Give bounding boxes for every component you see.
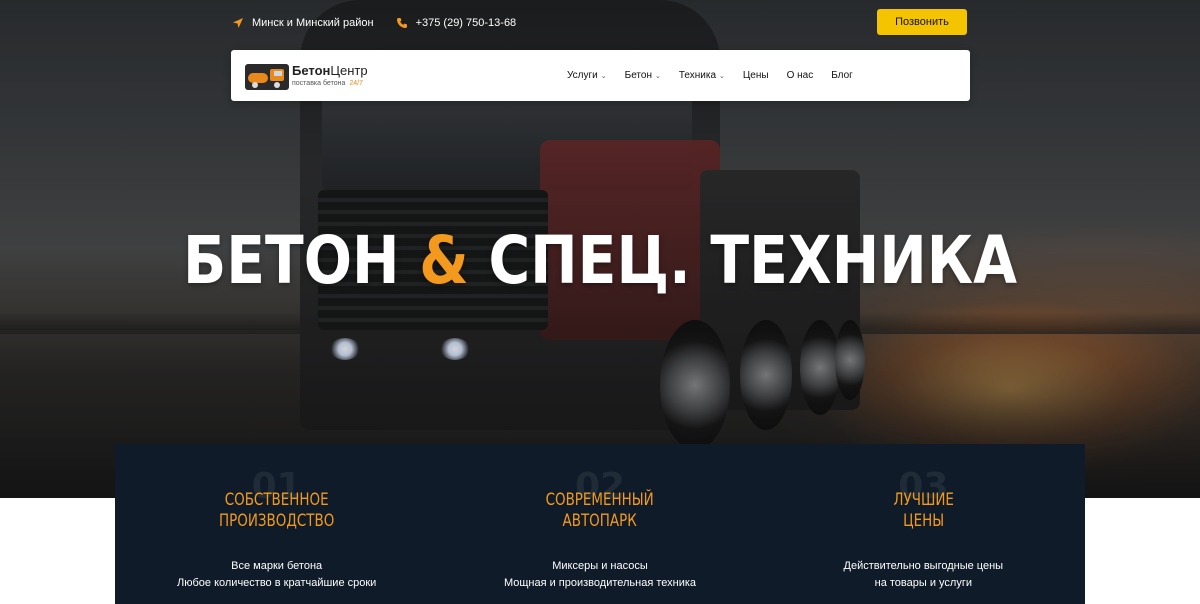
feature-description: Действительно выгодные цены на товары и у… — [843, 560, 1004, 589]
nav-item-about[interactable]: О нас — [787, 70, 814, 81]
chevron-down-icon: ⌄ — [654, 72, 661, 80]
hero-title: БЕТОН & СПЕЦ. ТЕХНИКА — [182, 222, 1018, 299]
location-info: Минск и Минский район — [232, 17, 374, 29]
feature-best-prices: 03 Лучшие цены Действительно выгодные цен… — [762, 444, 1085, 604]
feature-own-production: 01 Собственное производство Все марки бет… — [115, 444, 438, 604]
nav-item-services[interactable]: Услуги ⌄ — [567, 70, 607, 81]
feature-title: Современный автопарк — [545, 490, 655, 531]
phone-number-link[interactable]: +375 (29) 750-13-68 — [416, 17, 517, 29]
features-panel: 01 Собственное производство Все марки бет… — [115, 444, 1085, 604]
feature-title: Собственное производство — [219, 490, 335, 531]
mixer-truck-logo-icon — [244, 60, 290, 92]
hero-ampersand: & — [419, 222, 469, 299]
logo-title: БетонЦентр — [292, 63, 368, 78]
feature-modern-fleet: 02 Современный автопарк Миксеры и насосы М… — [438, 444, 761, 604]
nav-item-equipment[interactable]: Техника ⌄ — [679, 70, 725, 81]
site-logo[interactable]: БетонЦентр поставка бетона 24/7 — [244, 60, 368, 92]
logo-tagline: поставка бетона 24/7 — [292, 80, 363, 87]
chevron-down-icon: ⌄ — [719, 72, 725, 80]
top-contact-bar: Минск и Минский район +375 (29) 750-13-6… — [232, 9, 970, 37]
feature-description: Все марки бетона Любое количество в кратч… — [177, 560, 377, 589]
nav-item-blog[interactable]: Блог — [831, 70, 853, 81]
call-button[interactable]: Позвонить — [877, 9, 967, 35]
nav-item-prices[interactable]: Цены — [743, 70, 769, 81]
phone-icon — [396, 17, 408, 29]
chevron-down-icon: ⌄ — [600, 72, 607, 80]
main-navbar: БетонЦентр поставка бетона 24/7 Услуги ⌄ Б… — [231, 50, 970, 101]
nav-item-concrete[interactable]: Бетон ⌄ — [625, 70, 661, 81]
location-arrow-icon — [232, 17, 244, 29]
phone-info[interactable]: +375 (29) 750-13-68 — [396, 17, 517, 29]
feature-title: Лучшие цены — [893, 490, 954, 531]
main-menu: Услуги ⌄ Бетон ⌄ Техника ⌄ Цены О нас Блог — [567, 50, 871, 101]
location-text: Минск и Минский район — [252, 17, 374, 29]
feature-description: Миксеры и насосы Мощная и производительна… — [503, 560, 697, 589]
